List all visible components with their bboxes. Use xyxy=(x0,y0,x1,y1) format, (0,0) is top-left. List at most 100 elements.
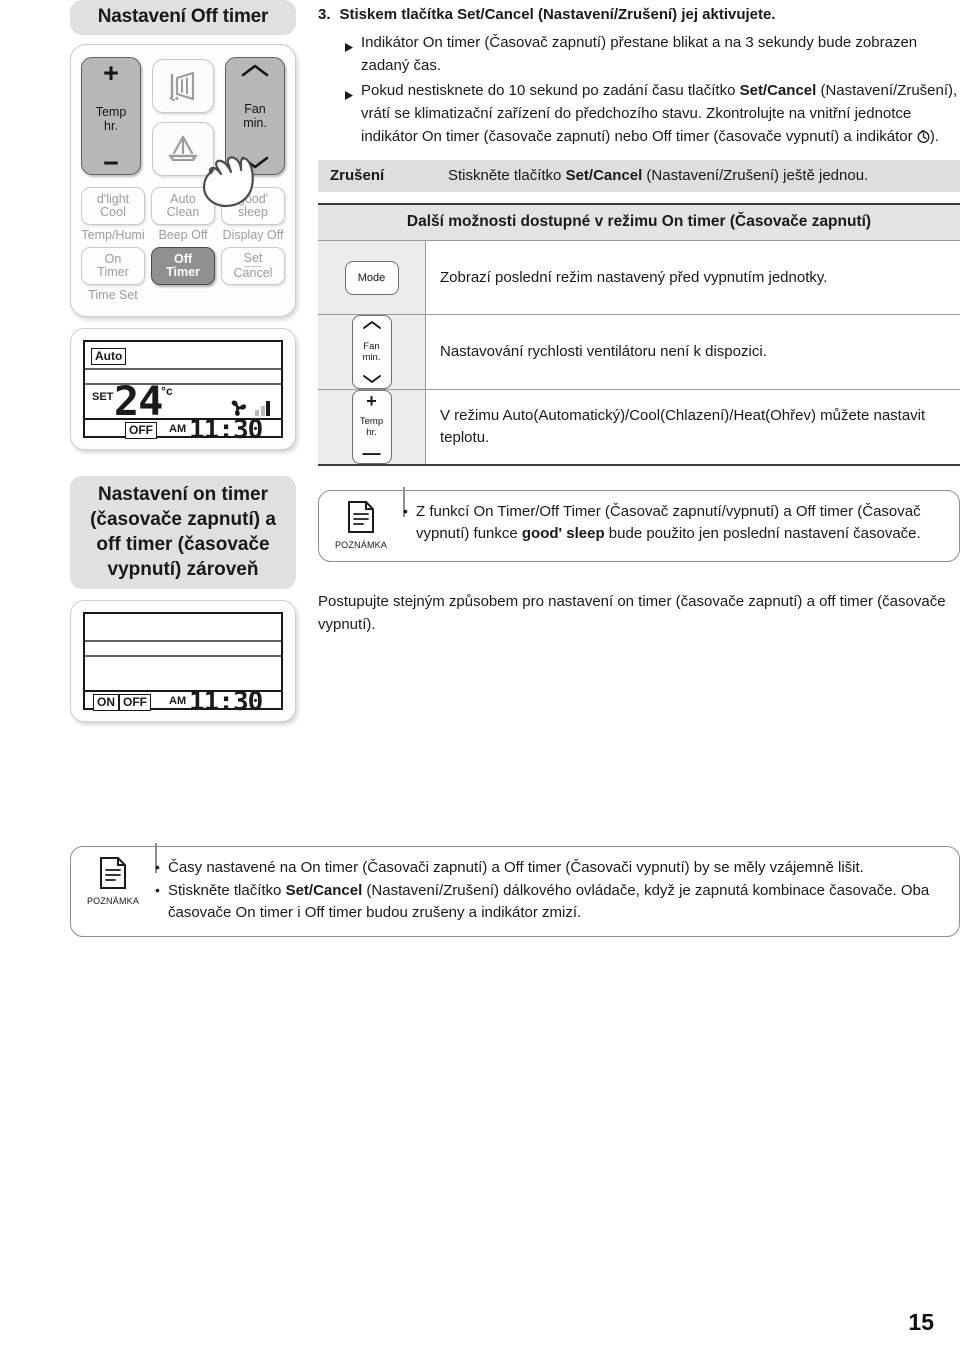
remote-cell-set-cancel: Set Cancel xyxy=(221,247,285,302)
remote-timer2-label: Timer xyxy=(166,265,200,279)
remote-temp-label: Temp xyxy=(95,105,127,119)
note-icon-wrap: POZNÁMKA xyxy=(331,500,391,550)
remote-control-illustration: + Temp hr. − Fan min. d'light Cool Temp/… xyxy=(70,44,296,317)
options-table-header: Další možnosti dostupné v režimu On time… xyxy=(318,205,960,241)
table-cell-text: V režimu Auto(Automatický)/Cool(Chlazení… xyxy=(440,407,926,446)
plus-icon: + xyxy=(103,58,119,88)
remote-set-cancel-button[interactable]: Set Cancel xyxy=(221,247,285,285)
remote-cool-label: Cool xyxy=(100,205,126,219)
mode-button-label: Mode xyxy=(357,271,386,284)
remote-cell-off-timer: Off Timer xyxy=(151,247,215,302)
remote-sub-temp-humi: Temp/Humi xyxy=(81,228,145,242)
chevron-down-icon xyxy=(241,156,269,169)
note-list-item: Stiskněte tlačítko Set/Cancel (Nastavení… xyxy=(155,879,945,924)
lcd2-time: 11:30 xyxy=(189,687,263,717)
lcd1-temperature: 24 xyxy=(113,379,164,425)
note-box-timer-warning: POZNÁMKA Časy nastavené na On timer (Čas… xyxy=(70,843,960,937)
swing-vertical-icon xyxy=(169,71,195,101)
remote-dlight-cool-button[interactable]: d'light Cool xyxy=(81,187,145,225)
bullet-item: Pokud nestisknete do 10 sekund po zadání… xyxy=(345,79,960,148)
lcd-screen-2: ON OFF AM 11:30 xyxy=(83,612,283,715)
plus-icon: + xyxy=(366,391,377,411)
lcd1-time: 11:30 xyxy=(189,415,263,445)
triangle-bullet-icon xyxy=(345,79,353,148)
remote-on-timer-button[interactable]: On Timer xyxy=(81,247,145,285)
fan-icon xyxy=(231,400,247,416)
triangle-bullet-icon xyxy=(345,31,353,77)
lcd-screen-1: Auto SET 24°c OFF AM 11:30 xyxy=(83,340,283,443)
step-3-number: 3. xyxy=(318,6,331,23)
remote-sub-time-set: Time Set xyxy=(88,288,138,302)
step-3: 3. Stiskem tlačítka Set/Cancel (Nastaven… xyxy=(318,4,960,25)
minus-icon: − xyxy=(103,148,119,178)
remote-cell-good-sleep: good' sleep Display Off xyxy=(221,187,285,242)
lcd2-meridiem: AM xyxy=(169,695,187,707)
chevron-down-icon xyxy=(362,375,381,383)
bullet-text-2: Pokud nestisknete do 10 sekund po zadání… xyxy=(361,82,958,145)
remote-fan-min-button[interactable]: Fan min. xyxy=(225,57,285,175)
remote-cell-auto-clean: Auto Clean Beep Off xyxy=(151,187,215,242)
note-document-icon xyxy=(348,501,374,533)
remote-auto-clean-button[interactable]: Auto Clean xyxy=(151,187,215,225)
note-list-item: Časy nastavené na On timer (Časovači zap… xyxy=(155,856,945,879)
table-row: Fan min. Nastavování rychlosti ventilátor… xyxy=(318,315,960,390)
bullet-item: Indikátor On timer (Časovač zapnutí) pře… xyxy=(345,31,960,77)
note-list-item: Z funkcí On Timer/Off Timer (Časovač zap… xyxy=(403,500,945,545)
remote-timer-label: Timer xyxy=(97,265,129,279)
closing-paragraph: Postupujte stejným způsobem pro nastaven… xyxy=(318,593,946,633)
mode-button-icon[interactable]: Mode xyxy=(344,260,399,295)
remote-good-sleep-button[interactable]: good' sleep xyxy=(221,187,285,225)
lcd1-set-label: SET xyxy=(92,391,114,403)
lcd2-on-badge: ON xyxy=(93,694,119,711)
lcd2-off-badge: OFF xyxy=(119,694,151,711)
table-row: + Temp hr. — V režimu Auto(Automatický)/C… xyxy=(318,390,960,466)
note-box-good-sleep: POZNÁMKA Z funkcí On Timer/Off Timer (Ča… xyxy=(318,487,960,562)
lcd1-meridiem: AM xyxy=(169,423,187,435)
table-cell-icon: Fan min. xyxy=(318,315,426,389)
table-cell-text: Nastavování rychlosti ventilátoru není k… xyxy=(440,343,767,360)
minus-icon: — xyxy=(362,443,381,463)
swing-horizontal-icon xyxy=(168,135,198,161)
note-body: Časy nastavené na On timer (Časovači zap… xyxy=(155,856,945,925)
options-table: Další možnosti dostupné v režimu On time… xyxy=(318,203,960,466)
remote-cell-dlight-cool: d'light Cool Temp/Humi xyxy=(81,187,145,242)
lcd1-mode-badge: Auto xyxy=(91,348,127,365)
remote-swing-vertical-button[interactable] xyxy=(152,59,214,113)
remote-fan-label: Fan xyxy=(244,102,266,116)
remote-sub-beep-off: Beep Off xyxy=(158,228,208,242)
remote-off-timer-button[interactable]: Off Timer xyxy=(151,247,215,285)
remote-temp-hr-button[interactable]: + Temp hr. − xyxy=(81,57,141,178)
swing-button-group xyxy=(152,57,214,176)
note-icon-wrap: POZNÁMKA xyxy=(83,856,143,925)
remote-function-button-grid: d'light Cool Temp/Humi Auto Clean Beep O… xyxy=(81,187,285,302)
bullet-text-1: Indikátor On timer (Časovač zapnutí) pře… xyxy=(361,34,918,74)
lcd1-degree-unit: °c xyxy=(161,384,173,398)
step-3-bullets: Indikátor On timer (Časovač zapnutí) pře… xyxy=(318,31,960,148)
lcd1-off-badge: OFF xyxy=(125,422,157,439)
lcd1-fan-level-bars xyxy=(255,400,270,416)
lcd-panel-on-off-timer: ON OFF AM 11:30 xyxy=(70,600,296,722)
fan-button-label: Fan min. xyxy=(362,341,381,363)
step-3-text: Stiskem tlačítka Set/Cancel (Nastavení/Z… xyxy=(339,6,776,23)
table-cell-text: Zobrazí poslední režim nastavený před vy… xyxy=(440,268,828,286)
cancel-label: Zrušení xyxy=(330,167,385,184)
lcd-panel-off-timer: Auto SET 24°c OFF AM 11:30 xyxy=(70,328,296,450)
table-cell-icon: Mode xyxy=(318,241,426,314)
remote-set-label: Set xyxy=(243,251,263,267)
left-column: Nastavení Off timer + Temp hr. − Fan min… xyxy=(70,0,296,722)
temp-button-icon[interactable]: + Temp hr. — xyxy=(351,390,392,464)
temp-button-label: Temp hr. xyxy=(359,416,384,438)
table-cell-icon: + Temp hr. — xyxy=(318,390,426,464)
fan-button-icon[interactable]: Fan min. xyxy=(351,315,392,389)
bottom-note-wrap: POZNÁMKA Časy nastavené na On timer (Čas… xyxy=(70,843,960,937)
remote-cell-on-timer: On Timer Time Set xyxy=(81,247,145,302)
table-row: Mode Zobrazí poslední režim nastavený př… xyxy=(318,241,960,315)
remote-swing-horizontal-button[interactable] xyxy=(152,122,214,176)
remote-sleep-label: sleep xyxy=(238,205,268,219)
note-caption: POZNÁMKA xyxy=(86,896,140,906)
note-caption: POZNÁMKA xyxy=(334,540,388,550)
note-body: Z funkcí On Timer/Off Timer (Časovač zap… xyxy=(403,500,945,550)
page-number: 15 xyxy=(908,1309,934,1335)
cancel-instruction-row: Zrušení Stiskněte tlačítko Set/Cancel (N… xyxy=(318,160,960,192)
chevron-up-icon xyxy=(241,64,269,77)
